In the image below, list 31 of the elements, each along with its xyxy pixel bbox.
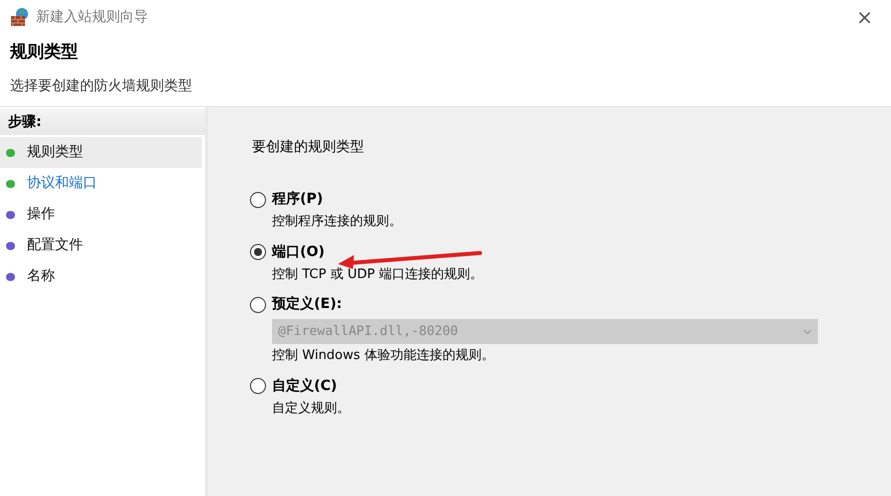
- option-label: 端口(O): [272, 242, 325, 262]
- option-description: 控制程序连接的规则。: [272, 213, 402, 231]
- option-description: 自定义规则。: [272, 400, 350, 418]
- page-title: 规则类型: [10, 41, 79, 64]
- brick-wall-globe-icon: [10, 7, 30, 27]
- step-label: 配置文件: [27, 236, 83, 255]
- chevron-down-icon: [803, 328, 812, 334]
- step-label: 协议和端口: [27, 174, 97, 193]
- radio-button[interactable]: [250, 192, 266, 208]
- step-label: 操作: [27, 205, 55, 224]
- option-label: 自定义(C): [272, 376, 338, 396]
- page-subtitle: 选择要创建的防火墙规则类型: [10, 76, 193, 96]
- step-item[interactable]: 规则类型: [0, 137, 202, 168]
- step-label: 规则类型: [27, 143, 83, 162]
- radio-button[interactable]: [250, 296, 266, 312]
- window-title: 新建入站规则向导: [36, 8, 148, 26]
- steps-heading: 步骤:: [0, 109, 205, 135]
- option-description: 控制 Windows 体验功能连接的规则。: [272, 347, 494, 365]
- radio-button[interactable]: [250, 244, 266, 260]
- option-description: 控制 TCP 或 UDP 端口连接的规则。: [272, 266, 483, 284]
- step-label: 名称: [27, 267, 55, 286]
- radio-button[interactable]: [250, 378, 266, 394]
- prompt-text: 要创建的规则类型: [252, 138, 365, 157]
- option-label: 程序(P): [272, 190, 324, 209]
- option-label: 预定义(E):: [272, 294, 342, 314]
- dropdown-value: @FirewallAPI.dll,-80200: [278, 322, 460, 341]
- step-item[interactable]: 操作: [0, 199, 202, 230]
- step-item[interactable]: 配置文件: [0, 230, 202, 261]
- step-item[interactable]: 名称: [0, 261, 202, 292]
- close-button[interactable]: ×: [852, 7, 877, 27]
- step-item[interactable]: 协议和端口: [0, 168, 202, 199]
